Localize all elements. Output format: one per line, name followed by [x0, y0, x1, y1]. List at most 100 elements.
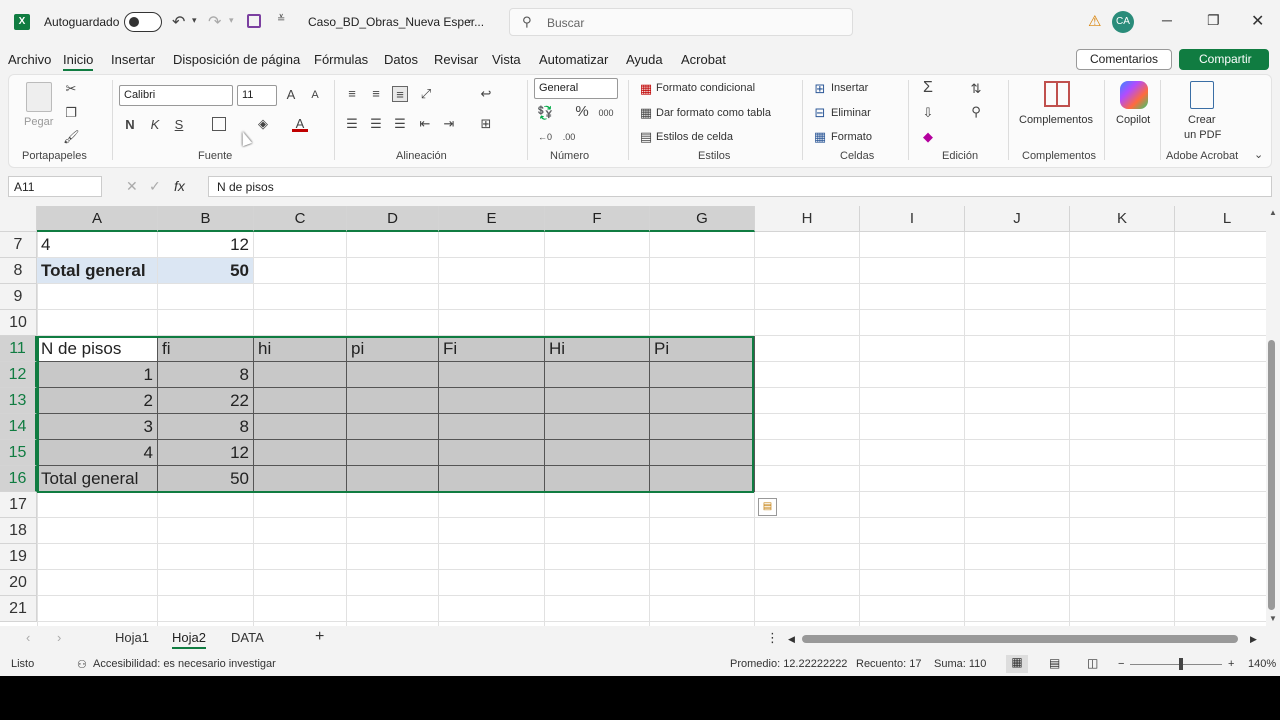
- accounting-icon[interactable]: 💱: [537, 105, 553, 121]
- comma-style-icon[interactable]: 000: [598, 105, 614, 121]
- copy-icon[interactable]: ❐: [63, 105, 79, 121]
- cell-a12[interactable]: 1: [37, 362, 158, 388]
- cell-g11[interactable]: Pi: [650, 336, 755, 362]
- conditional-format-icon[interactable]: ▦: [638, 81, 654, 97]
- cell-c14[interactable]: [254, 414, 347, 440]
- cell-c11[interactable]: hi: [254, 336, 347, 362]
- cell-a15[interactable]: 4: [37, 440, 158, 466]
- cell-b12[interactable]: 8: [158, 362, 254, 388]
- row-header[interactable]: 18: [0, 518, 37, 544]
- cell-g12[interactable]: [650, 362, 755, 388]
- fill-icon[interactable]: ⇩: [920, 105, 936, 121]
- col-header-j[interactable]: J: [965, 206, 1070, 232]
- cell-g15[interactable]: [650, 440, 755, 466]
- col-header-g[interactable]: G: [650, 206, 755, 232]
- addins-button[interactable]: Complementos: [1019, 114, 1093, 126]
- align-center-icon[interactable]: ☰: [368, 116, 384, 132]
- cell-d15[interactable]: [347, 440, 439, 466]
- cell-a14[interactable]: 3: [37, 414, 158, 440]
- cell-b7[interactable]: 12: [158, 232, 254, 258]
- cell-e16[interactable]: [439, 466, 545, 492]
- cell-styles-icon[interactable]: ▤: [638, 129, 654, 145]
- row-header[interactable]: 9: [0, 284, 37, 310]
- tab-revisar[interactable]: Revisar: [434, 52, 478, 67]
- align-middle-icon[interactable]: ≡: [368, 86, 384, 102]
- tab-formulas[interactable]: Fórmulas: [314, 52, 368, 67]
- cell-f13[interactable]: [545, 388, 650, 414]
- borders-icon[interactable]: [212, 117, 226, 131]
- scroll-down-icon[interactable]: ▼: [1269, 614, 1277, 623]
- vertical-scroll-thumb[interactable]: [1268, 340, 1275, 610]
- cell-d16[interactable]: [347, 466, 439, 492]
- cell-d13[interactable]: [347, 388, 439, 414]
- autosave-toggle[interactable]: [124, 12, 162, 32]
- find-icon[interactable]: ⚲: [968, 104, 984, 120]
- fill-color-icon[interactable]: ◈: [255, 116, 271, 132]
- autosum-icon[interactable]: Σ: [920, 80, 936, 96]
- cell-a8[interactable]: Total general: [37, 258, 158, 284]
- row-header[interactable]: 12: [0, 362, 37, 388]
- more-options-icon[interactable]: ⋮: [766, 630, 779, 646]
- tab-vista[interactable]: Vista: [492, 52, 521, 67]
- create-pdf-label-1[interactable]: Crear: [1188, 114, 1216, 126]
- cancel-icon[interactable]: ✕: [126, 178, 138, 195]
- redo-icon[interactable]: ↷: [208, 12, 221, 32]
- cell-b13[interactable]: 22: [158, 388, 254, 414]
- comments-button[interactable]: Comentarios: [1076, 49, 1172, 70]
- name-box[interactable]: A11: [8, 176, 102, 197]
- cell-e11[interactable]: Fi: [439, 336, 545, 362]
- cell-d11[interactable]: pi: [347, 336, 439, 362]
- cell-b16[interactable]: 50: [158, 466, 254, 492]
- align-left-icon[interactable]: ☰: [344, 116, 360, 132]
- font-name-select[interactable]: Calibri: [119, 85, 233, 106]
- cell-styles-button[interactable]: Estilos de celda: [656, 131, 733, 143]
- cell-b15[interactable]: 12: [158, 440, 254, 466]
- increase-decimal-icon[interactable]: ←0: [537, 129, 553, 145]
- table-format-icon[interactable]: ▦: [638, 105, 654, 121]
- copilot-icon[interactable]: [1120, 81, 1148, 109]
- tab-ayuda[interactable]: Ayuda: [626, 52, 663, 67]
- tab-archivo[interactable]: Archivo: [8, 52, 51, 67]
- file-name[interactable]: Caso_BD_Obras_Nueva Esper...: [308, 15, 484, 29]
- cell-a11[interactable]: N de pisos: [37, 336, 158, 362]
- spreadsheet-grid[interactable]: A B C D E F G H I J K L 7 8 9 10 11 12 1…: [0, 206, 1266, 626]
- align-bottom-icon[interactable]: ≡: [392, 86, 408, 102]
- cell-e12[interactable]: [439, 362, 545, 388]
- delete-cells-button[interactable]: Eliminar: [831, 107, 871, 119]
- delete-cells-icon[interactable]: ⊟: [812, 105, 828, 121]
- align-right-icon[interactable]: ☰: [392, 116, 408, 132]
- row-header[interactable]: 13: [0, 388, 37, 414]
- sheet-tab-hoja2[interactable]: Hoja2: [172, 630, 206, 649]
- close-icon[interactable]: ✕: [1251, 11, 1264, 31]
- chevron-down-icon[interactable]: ▾: [229, 15, 234, 26]
- insert-function-icon[interactable]: fx: [174, 178, 185, 194]
- cell-d12[interactable]: [347, 362, 439, 388]
- font-size-select[interactable]: 11: [237, 85, 277, 106]
- minimize-icon[interactable]: ─: [1162, 12, 1172, 28]
- col-header-e[interactable]: E: [439, 206, 545, 232]
- format-painter-icon[interactable]: 🖌: [63, 129, 80, 145]
- cell-g14[interactable]: [650, 414, 755, 440]
- wrap-text-icon[interactable]: ↩: [478, 86, 494, 102]
- merge-cells-icon[interactable]: ⊞: [478, 116, 494, 132]
- percent-icon[interactable]: %: [574, 104, 590, 120]
- scroll-left-icon[interactable]: ◀: [788, 634, 795, 645]
- page-break-icon[interactable]: ◫: [1087, 656, 1098, 670]
- cell-b8[interactable]: 50: [158, 258, 254, 284]
- normal-view-icon[interactable]: ▦: [1006, 655, 1028, 673]
- row-header[interactable]: 11: [0, 336, 37, 362]
- row-header[interactable]: 17: [0, 492, 37, 518]
- row-header[interactable]: 20: [0, 570, 37, 596]
- tab-disposicion[interactable]: Disposición de página: [173, 52, 300, 67]
- cell-c15[interactable]: [254, 440, 347, 466]
- accessibility-icon[interactable]: ⚇: [77, 658, 87, 671]
- col-header-i[interactable]: I: [860, 206, 965, 232]
- sort-filter-icon[interactable]: ⇅: [968, 81, 984, 97]
- cell-f11[interactable]: Hi: [545, 336, 650, 362]
- next-sheet-icon[interactable]: ›: [57, 630, 61, 645]
- row-header[interactable]: 10: [0, 310, 37, 336]
- cell-a7[interactable]: 4: [37, 232, 158, 258]
- insert-cells-icon[interactable]: ⊞: [812, 81, 828, 97]
- save-icon[interactable]: [247, 14, 261, 28]
- accessibility-status[interactable]: Accesibilidad: es necesario investigar: [93, 658, 276, 670]
